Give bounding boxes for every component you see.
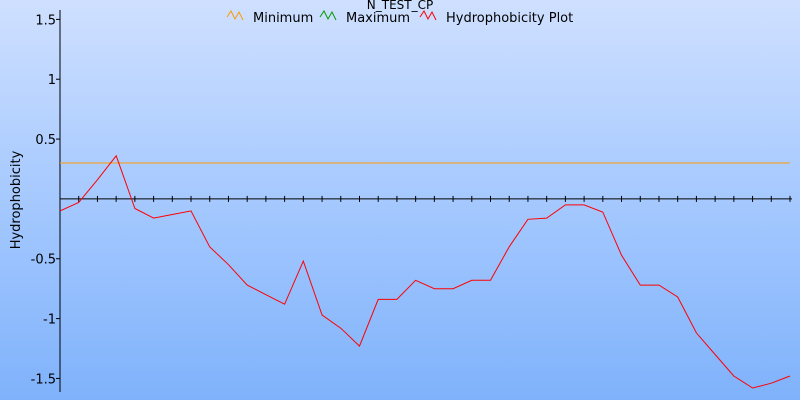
y-tick-label: 1	[48, 73, 56, 88]
y-axis-label: Hydrophobicity	[9, 150, 24, 249]
y-tick-label: 0.5	[35, 133, 56, 148]
y-tick-label: 1.5	[35, 13, 56, 28]
y-tick-label: -1	[43, 313, 56, 328]
legend-swatch-minimum	[226, 10, 244, 21]
chart-panel: N_TEST_CP Minimum Maximum Hydrophobicity P…	[0, 0, 800, 400]
series-group	[59, 154, 791, 389]
series-line-hydrophobicity-plot	[59, 154, 791, 389]
y-tick-label: -1.5	[31, 372, 56, 387]
y-tick-label: -0.5	[31, 253, 56, 268]
legend-swatch-maximum	[319, 10, 337, 21]
legend-swatch-hydrophobicity-plot	[419, 10, 437, 21]
hydrophobicity-chart: N_TEST_CP Minimum Maximum Hydrophobicity P…	[9, 0, 792, 392]
x-axis	[59, 195, 792, 202]
legend-label-maximum: Maximum	[346, 11, 410, 26]
y-axis: 1.5 1 0.5 -0.5 -1 -1.5	[31, 10, 61, 392]
legend-label-minimum: Minimum	[253, 11, 313, 26]
legend-label-hydrophobicity-plot: Hydrophobicity Plot	[446, 11, 573, 26]
legend: Minimum Maximum Hydrophobicity Plot	[226, 10, 573, 26]
